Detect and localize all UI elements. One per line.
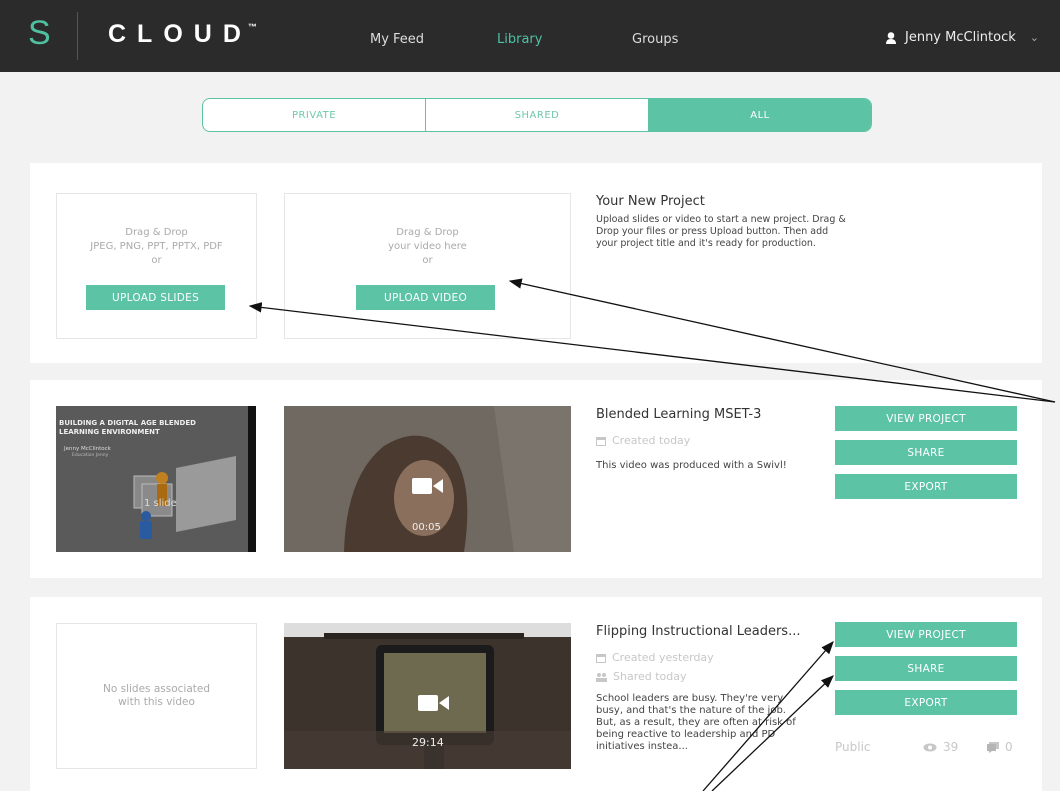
slide-title-text: BUILDING A DIGITAL AGE BLENDED LEARNING … [59,419,196,436]
slide-count: 1 slide [144,498,177,509]
project-title[interactable]: Flipping Instructional Leaders... [596,624,800,639]
views-text: 39 [943,740,959,754]
comment-icon [987,741,999,753]
upload-slides-button[interactable]: UPLOAD SLIDES [86,285,225,310]
slides-drop-zone[interactable]: Drag & Drop JPEG, PNG, PPT, PPTX, PDF or [56,193,257,339]
export-button[interactable]: EXPORT [835,474,1017,499]
logo-divider [77,12,78,60]
top-bar: S CLOUD™ My Feed Library Groups Jenny Mc… [0,0,1060,72]
project-title[interactable]: Blended Learning MSET-3 [596,407,761,422]
view-project-button[interactable]: VIEW PROJECT [835,406,1017,431]
tab-all[interactable]: ALL [649,99,871,131]
user-menu[interactable]: Jenny McClintock ⌄ [885,30,1039,45]
slide-edge [248,406,256,552]
video-drop-line1: Drag & Drop [396,227,459,238]
slide-author-text: Jenny McClintock [64,446,111,452]
share-button[interactable]: SHARE [835,440,1017,465]
created-text: Created today [612,434,691,447]
slide-thumbnail[interactable]: BUILDING A DIGITAL AGE BLENDED LEARNING … [56,406,256,552]
group-icon [596,672,607,682]
share-button[interactable]: SHARE [835,656,1017,681]
project-card: No slides associated with this video 29:… [30,597,1042,791]
comments-text: 0 [1005,740,1013,754]
slide-sub-text: Education Jenny [72,453,109,458]
views-count: 39 [923,740,958,754]
created-text: Created yesterday [612,651,714,664]
video-camera-icon [412,478,443,494]
created-meta: Created today [596,434,690,447]
new-project-card: Drag & Drop JPEG, PNG, PPT, PPTX, PDF or… [30,163,1042,363]
logo-cloud[interactable]: CLOUD™ [108,20,261,49]
visibility-text: Public [835,740,871,754]
logo-text: CLOUD [108,20,252,48]
nav-my-feed[interactable]: My Feed [370,32,424,47]
tab-shared[interactable]: SHARED [426,99,649,131]
comments-count: 0 [987,740,1013,754]
video-camera-icon [418,695,449,711]
slides-drop-line2: JPEG, PNG, PPT, PPTX, PDF [90,241,223,252]
no-slides-placeholder: No slides associated with this video [56,623,257,769]
video-drop-line3: or [422,255,433,266]
new-project-description: Upload slides or video to start a new pr… [596,214,846,249]
video-duration: 29:14 [412,736,444,749]
calendar-icon [596,653,606,663]
tab-private[interactable]: PRIVATE [203,99,426,131]
shared-text: Shared today [613,670,687,683]
user-icon [886,31,896,44]
slides-drop-line3: or [151,255,162,266]
video-thumbnail[interactable]: 29:14 [284,623,571,769]
export-button[interactable]: EXPORT [835,690,1017,715]
view-project-button[interactable]: VIEW PROJECT [835,622,1017,647]
eye-icon [923,743,937,751]
created-meta: Created yesterday [596,651,714,664]
shared-meta: Shared today [596,670,687,683]
logo-s[interactable]: S [28,14,51,53]
nav-groups[interactable]: Groups [632,32,678,47]
video-drop-line2: your video here [388,241,467,252]
filter-tabs: PRIVATE SHARED ALL [202,98,872,132]
upload-video-button[interactable]: UPLOAD VIDEO [356,285,495,310]
user-name: Jenny McClintock [905,30,1016,45]
project-description: School leaders are busy. They're very bu… [596,693,796,752]
visibility-label: Public [835,740,871,754]
no-slides-text: No slides associated with this video [102,683,211,708]
project-description: This video was produced with a Swivl! [596,460,787,471]
chevron-down-icon: ⌄ [1029,31,1039,44]
calendar-icon [596,436,606,446]
slides-drop-line1: Drag & Drop [125,227,188,238]
project-card: BUILDING A DIGITAL AGE BLENDED LEARNING … [30,380,1042,578]
new-project-title: Your New Project [596,194,705,209]
nav-library[interactable]: Library [497,32,542,47]
logo-tm: ™ [247,22,257,32]
video-thumbnail[interactable]: 00:05 [284,406,571,552]
video-duration: 00:05 [412,522,441,533]
video-drop-zone[interactable]: Drag & Drop your video here or [284,193,571,339]
